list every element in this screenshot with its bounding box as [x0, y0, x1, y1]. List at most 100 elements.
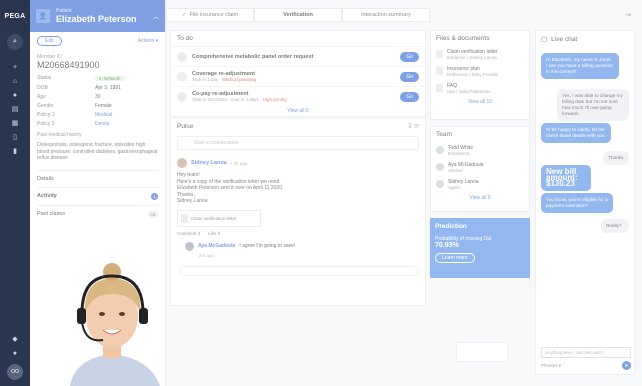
item-subtitle: Reference / Easy Proxide [447, 72, 499, 77]
profile-icon[interactable]: ● [0, 88, 30, 102]
like-button[interactable]: Like 0 [208, 231, 220, 236]
comment-button[interactable]: Comment 3 [177, 231, 200, 236]
file-icon [181, 213, 188, 223]
files-item[interactable]: FAQ Use / Julia Pettersson [431, 80, 529, 97]
section-details[interactable]: Details [37, 169, 158, 187]
reply-text: I agree I'm going to save! [239, 243, 296, 249]
file-icon [436, 84, 443, 92]
notification-icon[interactable]: ◆ [0, 332, 30, 346]
file-icon [436, 50, 443, 58]
field-row: DOB Apr 3, 1991 [37, 84, 158, 93]
task-item: Comprehensive metabolic panel order requ… [171, 46, 425, 66]
todo-title: To do [177, 35, 193, 42]
edit-button[interactable]: Edit [37, 36, 62, 46]
section-label: Past claims [37, 211, 66, 217]
section-activity[interactable]: Activity 1 [37, 186, 158, 205]
actions-menu[interactable]: Actions ▾ [138, 38, 158, 44]
chat-message-agent: You know, you're eligible for a payment … [541, 193, 613, 213]
inbox-icon[interactable]: ▤ [0, 102, 30, 116]
field-text: Female [95, 103, 112, 109]
post-author[interactable]: Sidney Lanoa [191, 160, 227, 166]
team-view-all[interactable]: View all 8 [431, 193, 529, 203]
team-item[interactable]: Sidney Lanoa Agent [431, 176, 529, 193]
reply-author[interactable]: Aya McGadoula [198, 243, 235, 249]
files-widget: Files & documents Claim verification let… [430, 30, 530, 120]
status-badge: In Network [95, 76, 125, 81]
chat-title: Live chat [551, 35, 578, 43]
field-label: Age [37, 94, 46, 100]
team-title: Team [436, 131, 452, 138]
field-label: Policy 2 [37, 121, 55, 127]
chat-message-user: Thanks. [603, 151, 629, 165]
chevron-up-icon[interactable]: ︿ [153, 12, 159, 21]
pulse-compose-input[interactable]: Start a conversation [177, 136, 419, 150]
field-row: Age 30 [37, 93, 158, 102]
app-rail: PEGA ⌕ + ⌂ ● ▤ ▦ ▯ ▮ ◆ ● OO [0, 0, 30, 386]
avatar [436, 180, 444, 188]
item-subtitle: Use / Julia Pettersson [447, 89, 491, 94]
field-text: Apr 3, 1991 [95, 85, 121, 91]
prediction-card: Prediction Probability of missing Out 70… [430, 218, 530, 278]
task-title[interactable]: Comprehensive metabolic panel order requ… [192, 54, 313, 60]
field-label: DOB [37, 85, 48, 91]
patient-icon: 👤 [36, 9, 50, 23]
reply-time: 2m ago [199, 252, 215, 258]
filter-icon[interactable]: ⊽ ⟳ [408, 123, 419, 130]
phrases-dropdown[interactable]: Phrases ▾ [541, 363, 561, 369]
field-row: Status In Network [37, 74, 158, 84]
files-item[interactable]: Insurance plan Reference / Easy Proxide [431, 63, 529, 80]
files-view-all[interactable]: View all 10 [431, 97, 529, 107]
field-value: In Network [95, 74, 125, 84]
document-icon[interactable]: ▯ [0, 130, 30, 144]
search-icon[interactable]: ⌕ [7, 34, 23, 50]
avatar [185, 241, 194, 251]
history-label: Past medical history [37, 132, 82, 138]
field-text: Dental [95, 121, 110, 127]
field-row: Policy 1 Medical [37, 111, 158, 120]
home-icon[interactable]: ⌂ [0, 74, 30, 88]
case-header: 👤 Patient Elizabeth Peterson ︿ [30, 0, 165, 32]
stage-file-claim[interactable]: ✓ File insurance claim [166, 8, 254, 22]
pulse-title: Pulse [177, 123, 194, 130]
go-button[interactable]: Go [400, 71, 419, 82]
team-item[interactable]: Todd White Enrollment [431, 142, 529, 159]
pega-logo: PEGA [4, 12, 26, 20]
user-avatar[interactable]: OO [7, 364, 23, 380]
count-badge: 16 [148, 210, 158, 218]
field-value[interactable]: Dental [95, 120, 109, 129]
task-icon [177, 91, 187, 102]
avatar [436, 163, 444, 171]
count-badge: 1 [151, 192, 158, 200]
empty-panel [456, 342, 508, 362]
history-text: Osteoporosis, osteogenic fracture, episo… [37, 142, 158, 161]
post-attachment[interactable]: Claim verification letter [177, 209, 261, 227]
dashboard-icon[interactable]: ▦ [0, 116, 30, 130]
chat-icon: ▢ [541, 36, 548, 43]
go-button[interactable]: Go [400, 51, 419, 62]
item-subtitle: Agent [448, 185, 460, 190]
chat-input[interactable]: Anything else I can help with? [541, 347, 631, 358]
send-icon[interactable]: ➤ [622, 361, 631, 370]
pulse-reply: Aya McGadoula I agree I'm going to save! [185, 241, 419, 251]
reply-input[interactable] [179, 265, 419, 276]
field-value[interactable]: Medical [95, 111, 112, 120]
item-subtitle: Enrollment [448, 151, 470, 156]
team-item[interactable]: Aya McGadoula Advisor [431, 159, 529, 176]
go-button[interactable]: Go [400, 91, 419, 102]
plus-icon[interactable]: + [0, 60, 30, 74]
task-icon [177, 51, 187, 62]
todo-view-all[interactable]: View all 5 [171, 106, 425, 116]
task-item: Co-pay re-adjustment Task in 4/21/2021 · … [171, 86, 425, 106]
item-subtitle: Advisor [448, 168, 464, 173]
field-row: Gender Female [37, 102, 158, 111]
files-item[interactable]: Claim verification letter Evidence / Sidn… [431, 46, 529, 63]
learn-more-button[interactable]: Learn more [435, 253, 475, 263]
section-past-claims[interactable]: Past claims 16 [37, 204, 158, 223]
reports-icon[interactable]: ▮ [0, 144, 30, 158]
stage-summary[interactable]: Interaction summary [342, 8, 430, 22]
stage-verification[interactable]: Verification [254, 8, 342, 22]
help-icon[interactable]: ● [0, 346, 30, 360]
expand-icon[interactable]: ⇥ [625, 11, 631, 19]
chat-message-agent: Hi Elizabeth, my name is Janet. I see yo… [541, 53, 619, 79]
team-widget: Team Todd White Enrollment Aya McGadoula Ad… [430, 126, 530, 212]
